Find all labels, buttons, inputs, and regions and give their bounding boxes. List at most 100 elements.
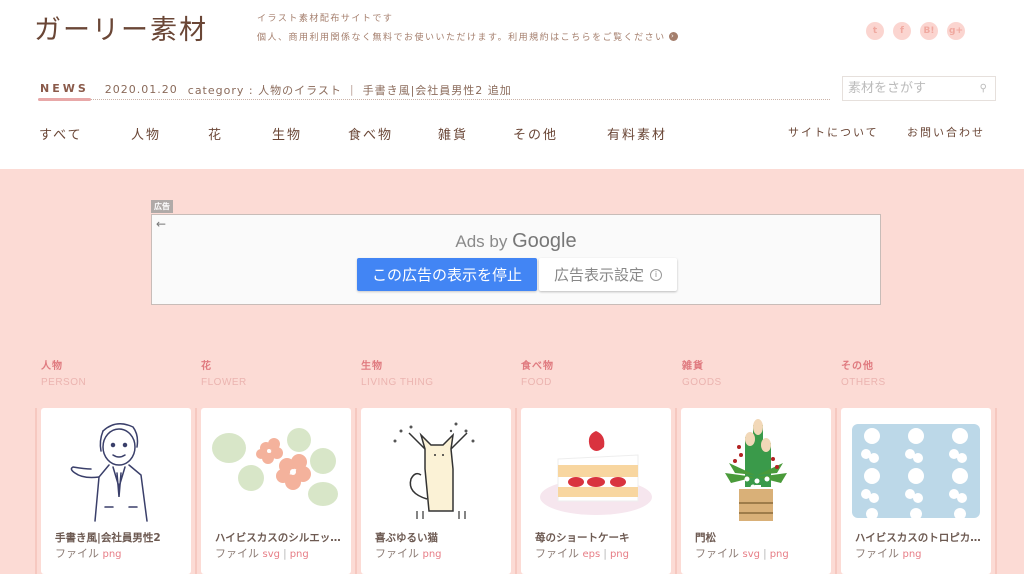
strawberry-shortcake-illustration bbox=[531, 416, 661, 526]
card-title[interactable]: ハイビスカスのトロピカ… bbox=[855, 530, 983, 545]
terms-link[interactable]: 個人、商用利用関係なく無料でお使いいただけます。利用規約はこちらをご覧ください … bbox=[257, 30, 678, 43]
file-type-link[interactable]: png bbox=[610, 549, 629, 560]
file-type-link[interactable]: png bbox=[770, 549, 789, 560]
ad-settings-button[interactable]: 広告表示設定 i bbox=[539, 258, 677, 291]
category-flower[interactable]: 花 FLOWER bbox=[201, 357, 247, 388]
nav-item-person[interactable]: 人物 bbox=[131, 124, 161, 143]
twitter-icon[interactable]: t bbox=[866, 22, 884, 40]
file-type-separator: | bbox=[762, 547, 767, 560]
column-divider bbox=[835, 408, 837, 574]
nav-item-food[interactable]: 食べ物 bbox=[348, 124, 393, 143]
category-en: GOODS bbox=[682, 377, 722, 388]
news-label: NEWS bbox=[38, 80, 91, 101]
card-files: ファイル png bbox=[375, 545, 442, 561]
card-files: ファイル eps | png bbox=[535, 545, 629, 561]
card-title[interactable]: 手書き風|会社員男性2 bbox=[55, 530, 183, 545]
happy-cat-illustration bbox=[371, 416, 501, 526]
card-title[interactable]: ハイビスカスのシルエッ… bbox=[215, 530, 343, 545]
category-living-thing[interactable]: 生物 LIVING THING bbox=[361, 357, 434, 388]
nav-item-others[interactable]: その他 bbox=[513, 124, 558, 143]
nav-item-flower[interactable]: 花 bbox=[208, 124, 223, 143]
column-divider bbox=[675, 408, 677, 574]
kadomatsu-illustration bbox=[691, 416, 821, 526]
search-box: ⚲ bbox=[842, 76, 996, 101]
item-card[interactable]: 手書き風|会社員男性2 ファイル png bbox=[41, 408, 191, 574]
item-card[interactable]: 門松 ファイル svg | png bbox=[681, 408, 831, 574]
tropical-hibiscus-pattern-illustration bbox=[851, 416, 981, 526]
file-type-link[interactable]: png bbox=[903, 549, 922, 560]
news-item-link[interactable]: 手書き風|会社員男性2 追加 bbox=[363, 82, 512, 98]
file-type-link[interactable]: eps bbox=[583, 549, 601, 560]
item-card[interactable]: ハイビスカスのトロピカ… ファイル png bbox=[841, 408, 991, 574]
file-label: ファイル bbox=[535, 547, 579, 560]
category-others[interactable]: その他 OTHERS bbox=[841, 357, 886, 388]
category-jp: 食べ物 bbox=[521, 361, 554, 372]
card-files: ファイル png bbox=[855, 545, 922, 561]
card-title[interactable]: 喜ぶゆるい猫 bbox=[375, 530, 503, 545]
google-text: Google bbox=[512, 230, 577, 252]
ad-panel: ← Ads by Google この広告の表示を停止 広告表示設定 i bbox=[151, 214, 881, 305]
file-type-link[interactable]: svg bbox=[743, 549, 760, 560]
ad-settings-label: 広告表示設定 bbox=[553, 266, 644, 284]
file-label: ファイル bbox=[375, 547, 419, 560]
file-label: ファイル bbox=[855, 547, 899, 560]
file-type-link[interactable]: png bbox=[423, 549, 442, 560]
arrow-right-icon: › bbox=[668, 32, 678, 41]
column-divider bbox=[355, 408, 357, 574]
ads-by-text: Ads by bbox=[455, 232, 508, 251]
news-separator: | bbox=[349, 83, 355, 96]
file-type-link[interactable]: png bbox=[103, 549, 122, 560]
businessman-illustration bbox=[51, 416, 181, 526]
facebook-icon[interactable]: f bbox=[893, 22, 911, 40]
item-card[interactable]: ハイビスカスのシルエッ… ファイル svg | png bbox=[201, 408, 351, 574]
terms-text: 個人、商用利用関係なく無料でお使いいただけます。利用規約はこちらをご覧ください bbox=[257, 33, 666, 43]
category-person[interactable]: 人物 PERSON bbox=[41, 357, 86, 388]
hibiscus-silhouette-illustration bbox=[211, 416, 341, 526]
category-jp: 花 bbox=[201, 361, 212, 372]
category-jp: その他 bbox=[841, 361, 874, 372]
news-category[interactable]: category : 人物のイラスト bbox=[188, 82, 342, 98]
category-goods[interactable]: 雑貨 GOODS bbox=[682, 357, 722, 388]
file-type-separator: | bbox=[603, 547, 607, 560]
ad-label: 広告 bbox=[151, 200, 173, 213]
hatena-bookmark-icon[interactable]: B! bbox=[920, 22, 938, 40]
file-type-link[interactable]: png bbox=[290, 549, 309, 560]
file-type-separator: | bbox=[282, 547, 287, 560]
site-logo[interactable]: ガーリー素材 bbox=[34, 8, 208, 47]
search-input[interactable] bbox=[848, 81, 968, 96]
file-label: ファイル bbox=[55, 547, 99, 560]
card-files: ファイル png bbox=[55, 545, 122, 561]
card-title[interactable]: 苺のショートケーキ bbox=[535, 530, 663, 545]
ads-by-google: Ads by Google bbox=[152, 230, 880, 253]
category-en: PERSON bbox=[41, 377, 87, 388]
card-files: ファイル svg | png bbox=[695, 545, 789, 561]
column-divider bbox=[515, 408, 517, 574]
nav-about[interactable]: サイトについて bbox=[788, 124, 879, 140]
nav-item-goods[interactable]: 雑貨 bbox=[438, 124, 468, 143]
back-arrow-icon[interactable]: ← bbox=[156, 217, 166, 231]
search-icon[interactable]: ⚲ bbox=[980, 83, 987, 94]
stop-ad-button[interactable]: この広告の表示を停止 bbox=[357, 258, 537, 291]
column-divider bbox=[195, 408, 197, 574]
category-food[interactable]: 食べ物 FOOD bbox=[521, 357, 554, 388]
item-card[interactable]: 苺のショートケーキ ファイル eps | png bbox=[521, 408, 671, 574]
main-nav: すべて 人物 花 生物 食べ物 雑貨 その他 有料素材 bbox=[0, 124, 700, 144]
item-card[interactable]: 喜ぶゆるい猫 ファイル png bbox=[361, 408, 511, 574]
nav-item-paid[interactable]: 有料素材 bbox=[607, 124, 667, 143]
category-en: FLOWER bbox=[201, 377, 247, 388]
category-en: FOOD bbox=[521, 377, 552, 388]
category-en: OTHERS bbox=[841, 377, 886, 388]
nav-contact[interactable]: お問い合わせ bbox=[907, 124, 985, 140]
column-divider bbox=[35, 408, 37, 574]
card-files: ファイル svg | png bbox=[215, 545, 309, 561]
file-label: ファイル bbox=[695, 547, 739, 560]
file-type-link[interactable]: svg bbox=[263, 549, 280, 560]
social-links: t f B! g+ bbox=[866, 22, 965, 40]
card-title[interactable]: 門松 bbox=[695, 530, 823, 545]
category-jp: 人物 bbox=[41, 361, 63, 372]
google-plus-icon[interactable]: g+ bbox=[947, 22, 965, 40]
nav-item-living[interactable]: 生物 bbox=[272, 124, 302, 143]
news-date: 2020.01.20 bbox=[104, 83, 178, 96]
nav-item-all[interactable]: すべて bbox=[39, 124, 83, 143]
category-jp: 生物 bbox=[361, 361, 383, 372]
